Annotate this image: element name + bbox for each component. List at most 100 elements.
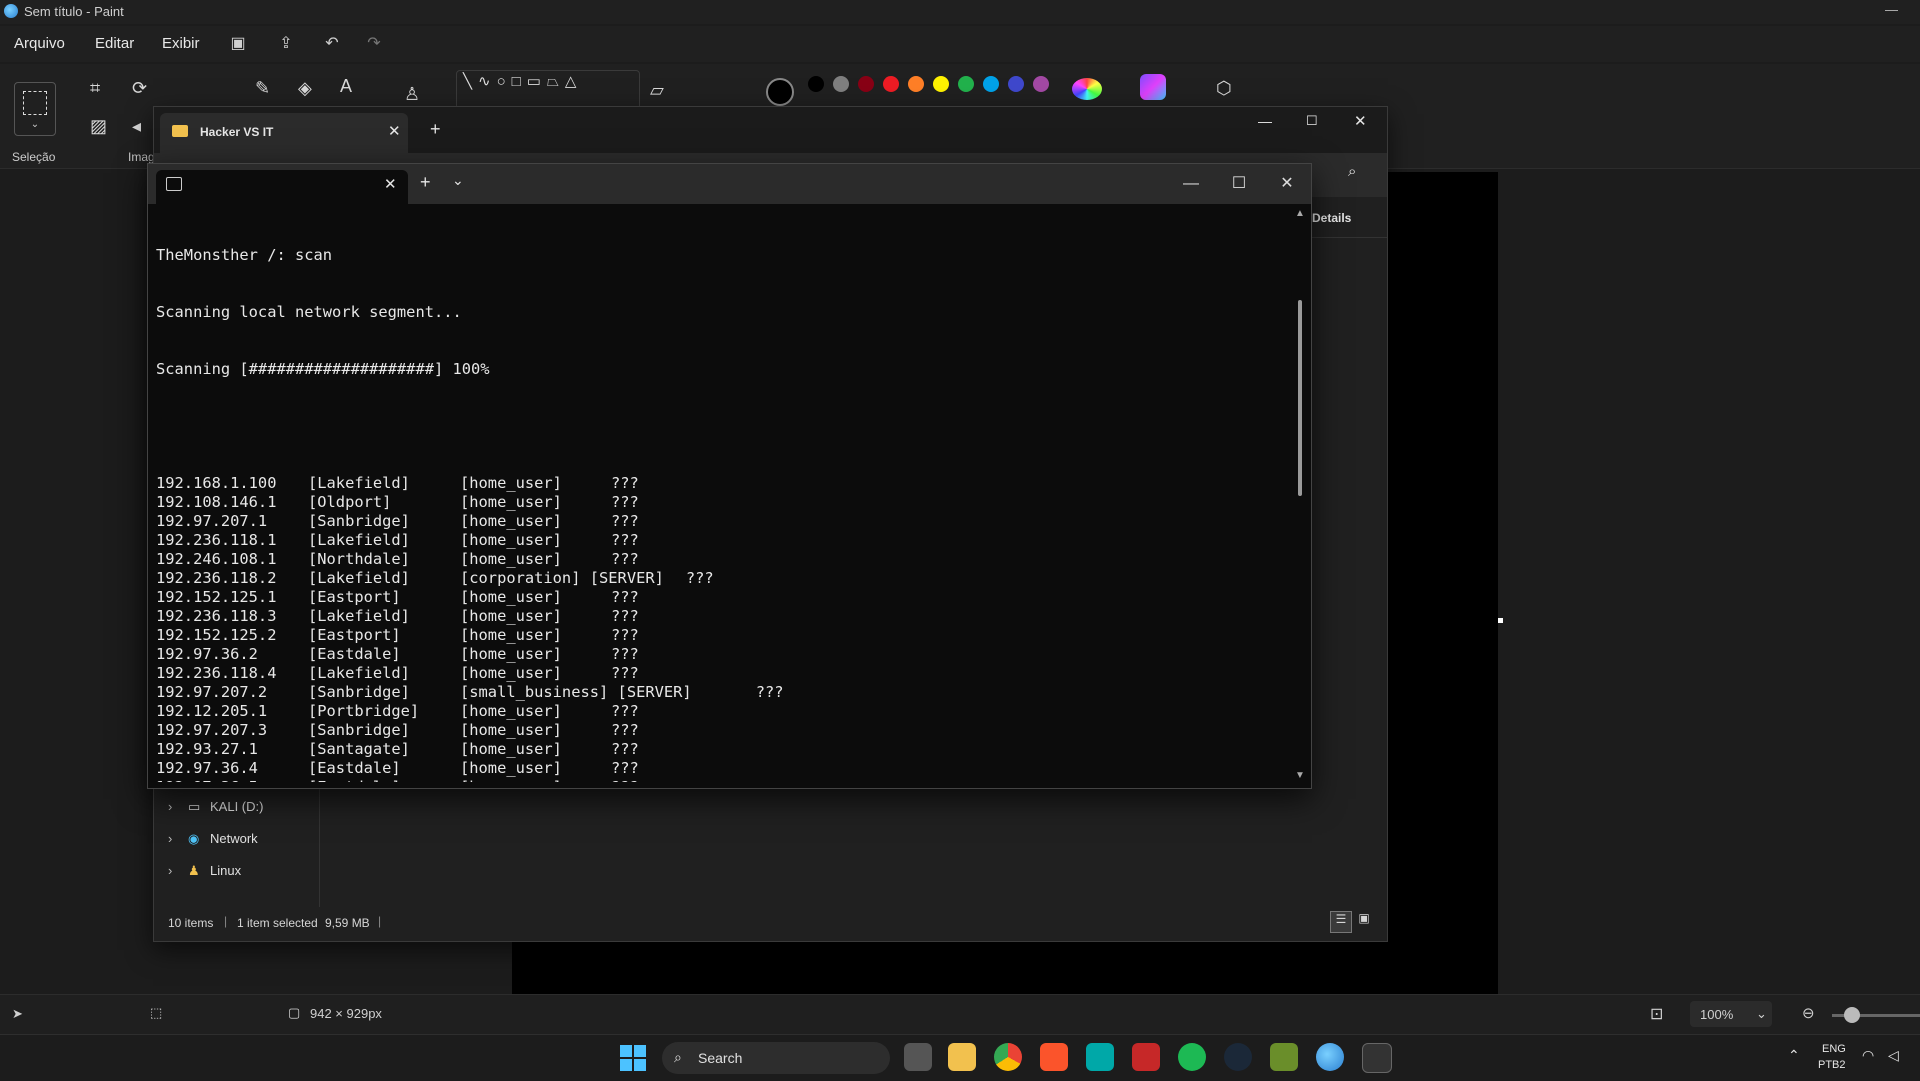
crop-icon[interactable]: ⌗	[90, 78, 100, 99]
brush-icon[interactable]: ♙	[404, 84, 420, 105]
start-icon[interactable]	[620, 1045, 646, 1071]
minimize-icon[interactable]: —	[1176, 172, 1206, 196]
host-info: ???	[611, 550, 639, 568]
color-swatch[interactable]	[908, 76, 924, 92]
scan-row: 192.246.108.1 [Northdale] [home_user]???	[156, 550, 1286, 569]
scan-row: 192.236.118.3 [Lakefield] [home_user]???	[156, 607, 1286, 626]
color-picker-icon[interactable]	[1072, 78, 1102, 100]
terminal-scrollbar[interactable]: ▲ ▼	[1293, 208, 1307, 784]
menu-exibir[interactable]: Exibir	[162, 35, 200, 52]
tiles-view-icon[interactable]: ▣	[1354, 911, 1374, 931]
minimize-icon[interactable]: —	[1885, 2, 1898, 17]
close-icon[interactable]: ✕	[1272, 172, 1302, 196]
save-icon[interactable]: ▣	[226, 32, 250, 56]
host-info: ???	[755, 683, 784, 701]
paint-taskbar-icon[interactable]	[1316, 1043, 1344, 1071]
color-swatch[interactable]	[983, 76, 999, 92]
tree-item-linux[interactable]: › ♟ Linux	[168, 859, 241, 883]
terminal-title-bar: ✕ + ⌄ — ☐ ✕	[148, 164, 1311, 204]
host-type: [home_user]	[460, 550, 562, 568]
terminal-taskbar-icon[interactable]	[1362, 1043, 1392, 1073]
taskbar-search[interactable]: ⌕ Search	[662, 1042, 890, 1074]
rotate-icon[interactable]: ⟳	[132, 78, 147, 99]
scroll-down-icon[interactable]: ▼	[1295, 770, 1305, 781]
file-explorer-icon[interactable]	[948, 1043, 976, 1071]
close-tab-icon[interactable]: ✕	[384, 175, 397, 193]
close-icon[interactable]: ✕	[1354, 112, 1367, 130]
redo-icon[interactable]: ↷	[362, 32, 386, 56]
explorer-tab[interactable]: Hacker VS IT ✕	[160, 113, 408, 153]
color-swatch[interactable]	[933, 76, 949, 92]
host-info: ???	[611, 702, 639, 720]
steam-icon[interactable]	[1224, 1043, 1252, 1071]
language-indicator[interactable]: ENG	[1822, 1043, 1846, 1055]
host-type: [home_user]	[460, 512, 562, 530]
city: [Northdale]	[308, 550, 410, 568]
dev-cpp-icon[interactable]	[1132, 1043, 1160, 1071]
active-color-icon[interactable]	[766, 78, 794, 106]
scan-row: 192.97.36.2 [Eastdale] [home_user]???	[156, 645, 1286, 664]
menu-arquivo[interactable]: Arquivo	[14, 35, 65, 52]
flip-icon[interactable]: ◂	[132, 116, 141, 137]
new-tab-icon[interactable]: +	[420, 172, 431, 193]
fill-bucket-icon[interactable]: ◈	[298, 78, 312, 99]
fit-to-window-icon[interactable]: ⊡	[1650, 1004, 1663, 1024]
text-tool-icon[interactable]: A	[340, 76, 352, 97]
zoom-slider-thumb[interactable]	[1844, 1007, 1860, 1023]
app-icon[interactable]	[1086, 1043, 1114, 1071]
share-icon[interactable]: ⇪	[274, 32, 298, 56]
color-swatch[interactable]	[858, 76, 874, 92]
new-tab-icon[interactable]: +	[430, 119, 441, 140]
wifi-icon[interactable]: ◠	[1862, 1047, 1874, 1064]
zoom-select[interactable]: 100% ⌄	[1690, 1001, 1772, 1027]
scan-row: 192.97.36.5[Eastdale][home_user]???	[156, 778, 1286, 782]
city: [Portbridge]	[308, 702, 420, 720]
outline-icon[interactable]: ▱	[650, 80, 664, 101]
maximize-icon[interactable]: ☐	[1306, 113, 1318, 129]
paint-window-title: Sem título - Paint	[24, 4, 124, 19]
ip-address: 192.108.146.1	[156, 493, 277, 511]
scroll-up-icon[interactable]: ▲	[1295, 208, 1305, 219]
explorer-tab-title: Hacker VS IT	[200, 125, 274, 139]
color-swatch[interactable]	[1033, 76, 1049, 92]
resize-icon[interactable]: ▨	[90, 116, 107, 137]
layers-icon[interactable]: ⬡	[1216, 78, 1232, 99]
color-swatch[interactable]	[1008, 76, 1024, 92]
app-icon[interactable]	[1270, 1043, 1298, 1071]
color-swatch[interactable]	[958, 76, 974, 92]
brave-icon[interactable]	[1040, 1043, 1068, 1071]
ip-address: 192.246.108.1	[156, 550, 277, 568]
search-icon[interactable]: ⌕	[1348, 163, 1356, 180]
close-tab-icon[interactable]: ✕	[388, 122, 401, 140]
color-swatch[interactable]	[833, 76, 849, 92]
keyboard-layout[interactable]: PTB2	[1818, 1059, 1846, 1071]
chrome-icon[interactable]	[994, 1043, 1022, 1071]
details-button[interactable]: Details	[1312, 211, 1351, 225]
maximize-icon[interactable]: ☐	[1224, 172, 1254, 196]
zoom-out-icon[interactable]: ⊖	[1802, 1004, 1815, 1022]
terminal-output[interactable]: TheMonsther /: scan Scanning local netwo…	[156, 208, 1286, 782]
task-view-icon[interactable]	[904, 1043, 932, 1071]
chevron-up-icon[interactable]: ⌃	[1788, 1047, 1800, 1064]
copilot-icon[interactable]	[1140, 74, 1166, 100]
color-swatch[interactable]	[883, 76, 899, 92]
canvas-resize-handle[interactable]	[1498, 618, 1503, 623]
selection-tool-button[interactable]: ⌄	[14, 82, 56, 136]
chevron-down-icon[interactable]: ⌄	[452, 172, 464, 189]
undo-icon[interactable]: ↶	[320, 32, 344, 56]
terminal-tab[interactable]: ✕	[156, 170, 408, 204]
tree-item-network[interactable]: › ◉ Network	[168, 827, 258, 851]
tree-item-kali[interactable]: › ▭ KALI (D:)	[168, 795, 263, 819]
pencil-icon[interactable]: ✎	[255, 78, 270, 99]
chevron-right-icon: ›	[168, 863, 173, 878]
cursor-position-icon: ➤	[12, 1006, 23, 1021]
scan-row: 192.168.1.100 [Lakefield] [home_user]???	[156, 474, 1286, 493]
spotify-icon[interactable]	[1178, 1043, 1206, 1071]
scrollbar-thumb[interactable]	[1298, 300, 1302, 496]
volume-icon[interactable]: ◁	[1888, 1047, 1899, 1064]
details-view-icon[interactable]: ☰	[1330, 911, 1352, 933]
minimize-icon[interactable]: —	[1258, 113, 1272, 129]
color-swatch[interactable]	[808, 76, 824, 92]
menu-editar[interactable]: Editar	[95, 35, 134, 52]
prompt-line: TheMonsther /: scan	[156, 246, 333, 264]
